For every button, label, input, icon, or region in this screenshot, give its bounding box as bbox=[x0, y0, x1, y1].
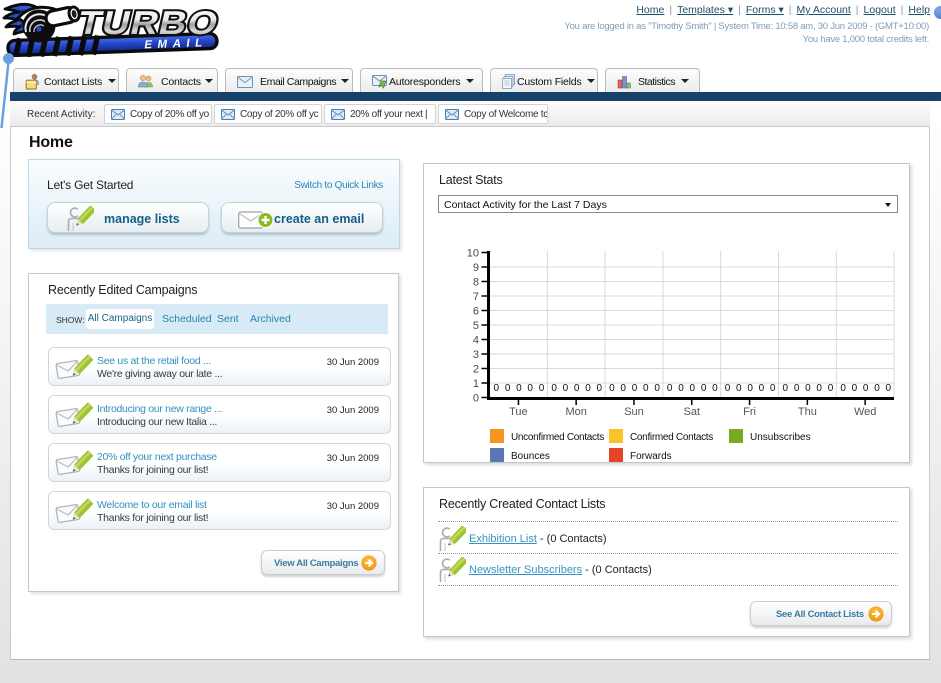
svg-text:Mon: Mon bbox=[565, 406, 586, 418]
svg-text:0: 0 bbox=[840, 383, 846, 394]
svg-text:0: 0 bbox=[667, 383, 673, 394]
svg-text:3: 3 bbox=[473, 349, 479, 361]
svg-text:Tue: Tue bbox=[509, 406, 528, 418]
svg-text:6: 6 bbox=[473, 306, 479, 318]
svg-text:Sat: Sat bbox=[684, 406, 701, 418]
svg-text:0: 0 bbox=[678, 383, 684, 394]
svg-text:0: 0 bbox=[632, 383, 638, 394]
svg-text:0: 0 bbox=[759, 383, 765, 394]
svg-text:0: 0 bbox=[539, 383, 545, 394]
svg-text:2: 2 bbox=[473, 364, 479, 376]
svg-text:Forwards: Forwards bbox=[630, 451, 672, 462]
svg-text:0: 0 bbox=[770, 383, 776, 394]
svg-text:0: 0 bbox=[620, 383, 626, 394]
svg-text:8: 8 bbox=[473, 277, 479, 289]
svg-text:0: 0 bbox=[701, 383, 707, 394]
svg-text:0: 0 bbox=[794, 383, 800, 394]
svg-text:Unconfirmed Contacts: Unconfirmed Contacts bbox=[511, 432, 604, 443]
svg-text:0: 0 bbox=[886, 383, 892, 394]
svg-text:0: 0 bbox=[816, 383, 822, 394]
svg-text:Wed: Wed bbox=[854, 406, 876, 418]
svg-text:Thu: Thu bbox=[798, 406, 817, 418]
svg-text:0: 0 bbox=[736, 383, 742, 394]
svg-text:0: 0 bbox=[805, 383, 811, 394]
svg-text:0: 0 bbox=[828, 383, 834, 394]
svg-text:10: 10 bbox=[467, 248, 479, 260]
svg-text:0: 0 bbox=[574, 383, 580, 394]
svg-text:0: 0 bbox=[643, 383, 649, 394]
svg-text:7: 7 bbox=[473, 291, 479, 303]
svg-text:9: 9 bbox=[473, 262, 479, 274]
svg-text:1: 1 bbox=[473, 378, 479, 390]
svg-text:0: 0 bbox=[551, 383, 557, 394]
svg-text:Confirmed Contacts: Confirmed Contacts bbox=[630, 432, 713, 443]
svg-text:0: 0 bbox=[473, 393, 479, 405]
svg-text:0: 0 bbox=[783, 383, 789, 394]
svg-text:0: 0 bbox=[747, 383, 753, 394]
svg-text:4: 4 bbox=[473, 335, 479, 347]
svg-text:0: 0 bbox=[874, 383, 880, 394]
svg-text:0: 0 bbox=[863, 383, 869, 394]
svg-text:0: 0 bbox=[563, 383, 569, 394]
svg-text:0: 0 bbox=[852, 383, 858, 394]
svg-text:0: 0 bbox=[712, 383, 718, 394]
svg-text:Bounces: Bounces bbox=[511, 451, 550, 462]
svg-text:0: 0 bbox=[690, 383, 696, 394]
svg-text:Fri: Fri bbox=[743, 406, 756, 418]
svg-text:Unsubscribes: Unsubscribes bbox=[750, 432, 811, 443]
svg-text:0: 0 bbox=[609, 383, 615, 394]
svg-text:0: 0 bbox=[505, 383, 511, 394]
svg-text:Sun: Sun bbox=[624, 406, 644, 418]
svg-text:0: 0 bbox=[516, 383, 522, 394]
svg-text:0: 0 bbox=[494, 383, 500, 394]
svg-text:0: 0 bbox=[527, 383, 533, 394]
svg-text:0: 0 bbox=[597, 383, 603, 394]
svg-text:0: 0 bbox=[585, 383, 591, 394]
svg-text:TURBO: TURBO bbox=[74, 5, 222, 42]
svg-text:0: 0 bbox=[725, 383, 731, 394]
svg-text:5: 5 bbox=[473, 320, 479, 332]
svg-text:0: 0 bbox=[654, 383, 660, 394]
